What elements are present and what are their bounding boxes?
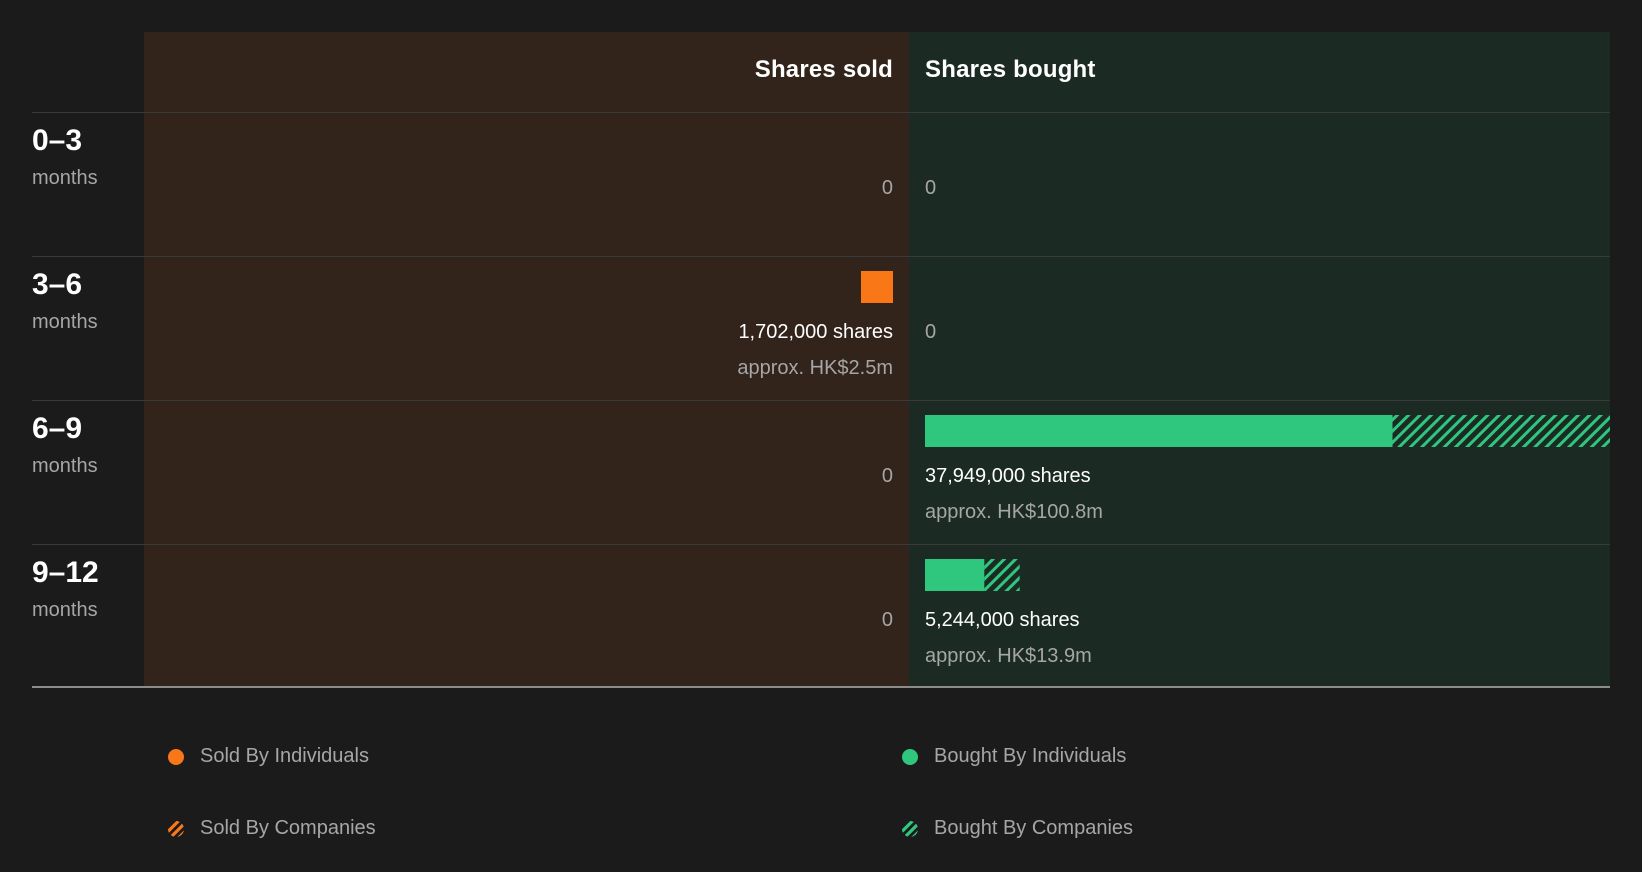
bars-layer [861, 271, 1610, 591]
legend-hatched-dot-icon [902, 820, 918, 837]
bought-companies-bar [1392, 415, 1610, 447]
legend-label: Sold By Individuals [200, 745, 369, 767]
insider-trading-chart: Shares sold Shares bought 0–3 months 0 0… [0, 0, 1642, 872]
legend-label: Sold By Companies [200, 817, 376, 839]
legend-hatched-dot-icon [168, 820, 184, 837]
legend-bought-individuals[interactable]: Bought By Individuals [902, 745, 1126, 768]
legend-sold-companies[interactable]: Sold By Companies [168, 817, 376, 840]
legend-label: Bought By Individuals [934, 745, 1127, 767]
legend-dot-icon [168, 748, 184, 765]
legend-sold-individuals[interactable]: Sold By Individuals [168, 745, 369, 768]
legend-bought-companies[interactable]: Bought By Companies [902, 817, 1133, 840]
bought-individuals-bar [925, 559, 985, 591]
sold-individuals-bar [861, 271, 893, 303]
bought-individuals-bar [925, 415, 1393, 447]
legend-dot-icon [902, 748, 918, 765]
legend-label: Bought By Companies [934, 817, 1134, 839]
bought-companies-bar [984, 559, 1020, 591]
